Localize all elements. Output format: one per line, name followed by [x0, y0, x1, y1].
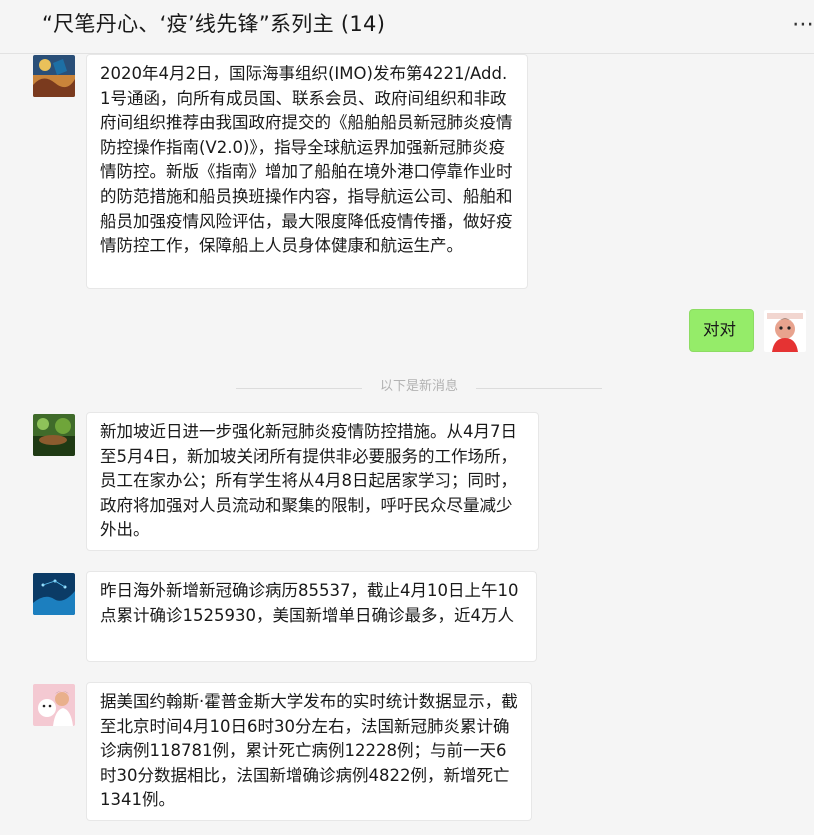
message-bubble[interactable]: 新加坡近日进一步强化新冠肺炎疫情防控措施。从4月7日至5月4日，新加坡关闭所有提… [86, 412, 539, 551]
avatar-image [33, 414, 75, 456]
avatar[interactable] [33, 573, 75, 615]
more-options-icon[interactable]: ⋯ [792, 12, 814, 38]
chat-header: “尺笔丹心、‘疫’线先锋”系列主 (14) ⋯ [0, 0, 814, 54]
message-bubble[interactable]: 据美国约翰斯·霍普金斯大学发布的实时统计数据显示，截至北京时间4月10日6时30… [86, 682, 532, 821]
chat-title[interactable]: “尺笔丹心、‘疫’线先锋”系列主 (14) [42, 9, 385, 39]
avatar[interactable] [33, 684, 75, 726]
avatar-image [33, 684, 75, 726]
message-bubble-self[interactable]: 对对 [689, 309, 754, 352]
avatar[interactable] [33, 55, 75, 97]
avatar-image [764, 310, 806, 352]
new-messages-divider: 以下是新消息 [236, 379, 602, 395]
message-bubble[interactable]: 昨日海外新增新冠确诊病历85537，截止4月10日上午10点累计确诊152593… [86, 571, 537, 662]
message-text: 昨日海外新增新冠确诊病历85537，截止4月10日上午10点累计确诊152593… [100, 581, 519, 625]
divider-label: 以下是新消息 [379, 379, 458, 394]
message-text: 2020年4月2日，国际海事组织(IMO)发布第4221/Add.1号通函，向所… [100, 64, 513, 256]
self-avatar[interactable] [764, 310, 806, 352]
message-bubble[interactable]: 2020年4月2日，国际海事组织(IMO)发布第4221/Add.1号通函，向所… [86, 54, 528, 289]
message-text: 据美国约翰斯·霍普金斯大学发布的实时统计数据显示，截至北京时间4月10日6时30… [100, 692, 518, 810]
message-text: 新加坡近日进一步强化新冠肺炎疫情防控措施。从4月7日至5月4日，新加坡关闭所有提… [100, 422, 517, 540]
avatar[interactable] [33, 414, 75, 456]
avatar-image [33, 573, 75, 615]
avatar-image [33, 55, 75, 97]
message-text: 对对 [703, 320, 736, 339]
